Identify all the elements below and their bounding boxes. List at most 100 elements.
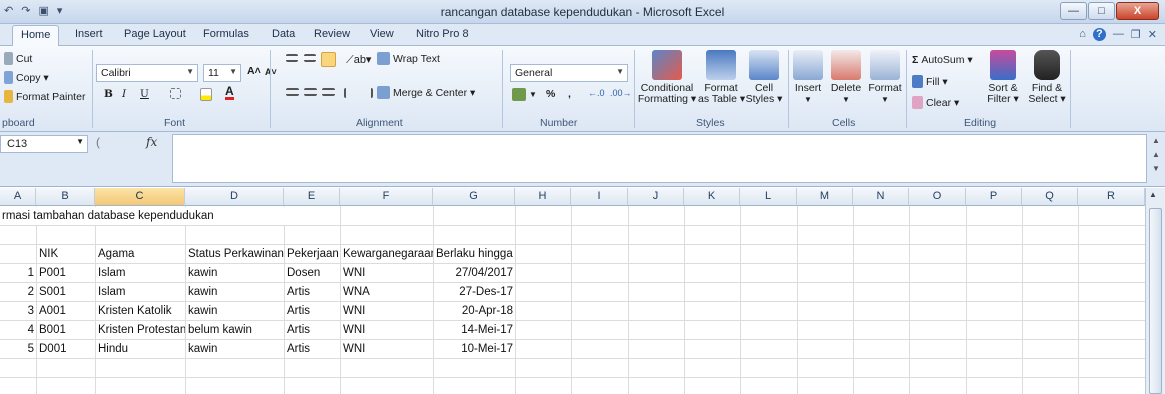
tab-data[interactable]: Data [272,28,295,40]
sheet-title-cell[interactable]: rmasi tambahan database kependudukan [0,207,300,225]
tab-insert[interactable]: Insert [75,28,103,40]
data-cell[interactable]: 5 [0,340,36,358]
data-cell[interactable]: kawin [186,264,284,282]
data-cell[interactable]: Hindu [96,340,185,358]
find-select-button[interactable]: Find & Select ▾ [1026,50,1068,105]
header-cell[interactable]: NIK [37,245,95,263]
insert-function-button[interactable]: fx [146,135,157,149]
tab-nitro[interactable]: Nitro Pro 8 [416,28,469,40]
format-cells-button[interactable]: Format ▼ [866,50,904,105]
fill-button[interactable]: Fill ▾ [912,75,948,88]
column-header[interactable]: P [966,188,1022,206]
column-header[interactable]: D [185,188,284,206]
delete-cells-button[interactable]: Delete ▼ [828,50,864,105]
comma-button[interactable]: , [568,88,571,100]
percent-button[interactable]: % [546,88,555,100]
tab-formulas[interactable]: Formulas [203,28,249,40]
data-cell[interactable]: kawin [186,302,284,320]
formula-bar-scroll[interactable]: ▲ ▲ ▼ [1149,134,1163,183]
tab-view[interactable]: View [370,28,394,40]
tab-review[interactable]: Review [314,28,350,40]
align-left-button[interactable] [286,88,299,96]
column-header[interactable]: I [571,188,628,206]
autosum-button[interactable]: Σ AutoSum ▾ [912,54,973,66]
column-header[interactable]: M [797,188,853,206]
format-painter-button[interactable]: Format Painter [4,90,85,103]
conditional-formatting-button[interactable]: Conditional Formatting ▾ [636,50,698,105]
formula-input[interactable] [172,134,1147,183]
data-cell[interactable]: Artis [285,283,340,301]
data-cell[interactable]: belum kawin [186,321,284,339]
help-icon[interactable]: ? [1092,28,1106,41]
vertical-scrollbar[interactable]: ▲ [1145,188,1165,394]
doc-minimize-icon[interactable]: — [1113,28,1124,41]
tab-home[interactable]: Home [12,25,60,47]
data-cell[interactable]: WNI [341,264,433,282]
align-middle-button[interactable] [304,54,316,62]
align-top-button[interactable] [286,54,298,62]
font-size-combo[interactable]: 11 ▼ [203,64,241,82]
column-header[interactable]: J [628,188,684,206]
data-cell[interactable]: 20-Apr-18 [434,302,515,320]
increase-indent-button[interactable] [360,88,373,98]
data-cell[interactable]: Islam [96,264,185,282]
align-right-button[interactable] [322,88,335,96]
data-cell[interactable]: P001 [37,264,95,282]
header-cell[interactable]: Berlaku hingga [434,245,564,263]
format-as-table-button[interactable]: Format as Table ▾ [698,50,745,105]
data-cell[interactable]: WNI [341,321,433,339]
header-cell[interactable]: Pekerjaan [285,245,340,263]
copy-button[interactable]: Copy ▾ [4,71,49,84]
data-cell[interactable]: Islam [96,283,185,301]
data-cell[interactable]: Artis [285,321,340,339]
data-cell[interactable]: Dosen [285,264,340,282]
data-cell[interactable]: Artis [285,340,340,358]
insert-cells-button[interactable]: Insert ▼ [790,50,826,105]
fill-color-button[interactable] [200,88,212,101]
data-cell[interactable]: B001 [37,321,95,339]
header-cell[interactable]: Status Perkawinan [186,245,284,263]
column-header[interactable]: E [284,188,340,206]
scroll-thumb[interactable] [1149,208,1162,394]
column-header[interactable]: B [36,188,95,206]
data-cell[interactable]: 10-Mei-17 [434,340,515,358]
data-cell[interactable]: D001 [37,340,95,358]
data-cell[interactable]: 27/04/2017 [434,264,515,282]
minimize-button[interactable]: — [1060,2,1087,20]
column-header[interactable]: G [433,188,515,206]
data-cell[interactable]: Kristen Katolik [96,302,185,320]
increase-decimal-button[interactable]: ←.0 [588,88,605,98]
data-cell[interactable]: 4 [0,321,36,339]
column-header[interactable]: C [95,188,185,206]
data-cell[interactable]: WNI [341,340,433,358]
column-header[interactable]: O [909,188,966,206]
wrap-text-button[interactable]: Wrap Text [377,52,440,65]
data-cell[interactable]: 2 [0,283,36,301]
data-cell[interactable]: S001 [37,283,95,301]
data-cell[interactable]: kawin [186,283,284,301]
column-header[interactable]: K [684,188,740,206]
name-box[interactable]: C13 ▼ [0,135,88,153]
doc-close-icon[interactable]: ✕ [1148,28,1157,41]
font-color-button[interactable]: A [225,85,234,100]
doc-restore-icon[interactable]: ❐ [1131,28,1141,41]
data-cell[interactable]: kawin [186,340,284,358]
data-cell[interactable]: Kristen Protestan [96,321,185,339]
maximize-button[interactable]: □ [1088,2,1115,20]
cut-button[interactable]: Cut [4,52,32,65]
decrease-indent-button[interactable] [344,88,357,98]
align-center-button[interactable] [304,88,317,96]
font-name-combo[interactable]: Calibri ▼ [96,64,198,82]
ribbon-collapse-icon[interactable]: ⌂ [1079,28,1086,41]
number-format-combo[interactable]: General ▼ [510,64,628,82]
data-cell[interactable]: A001 [37,302,95,320]
header-cell[interactable]: Agama [96,245,185,263]
grow-font-button[interactable]: A˄ [247,65,261,77]
data-cell[interactable]: 27-Des-17 [434,283,515,301]
tab-page-layout[interactable]: Page Layout [124,28,186,40]
data-cell[interactable]: 14-Mei-17 [434,321,515,339]
clear-button[interactable]: Clear ▾ [912,96,959,109]
italic-button[interactable]: I [122,88,126,100]
data-cell[interactable]: 1 [0,264,36,282]
cell-styles-button[interactable]: Cell Styles ▾ [744,50,784,105]
